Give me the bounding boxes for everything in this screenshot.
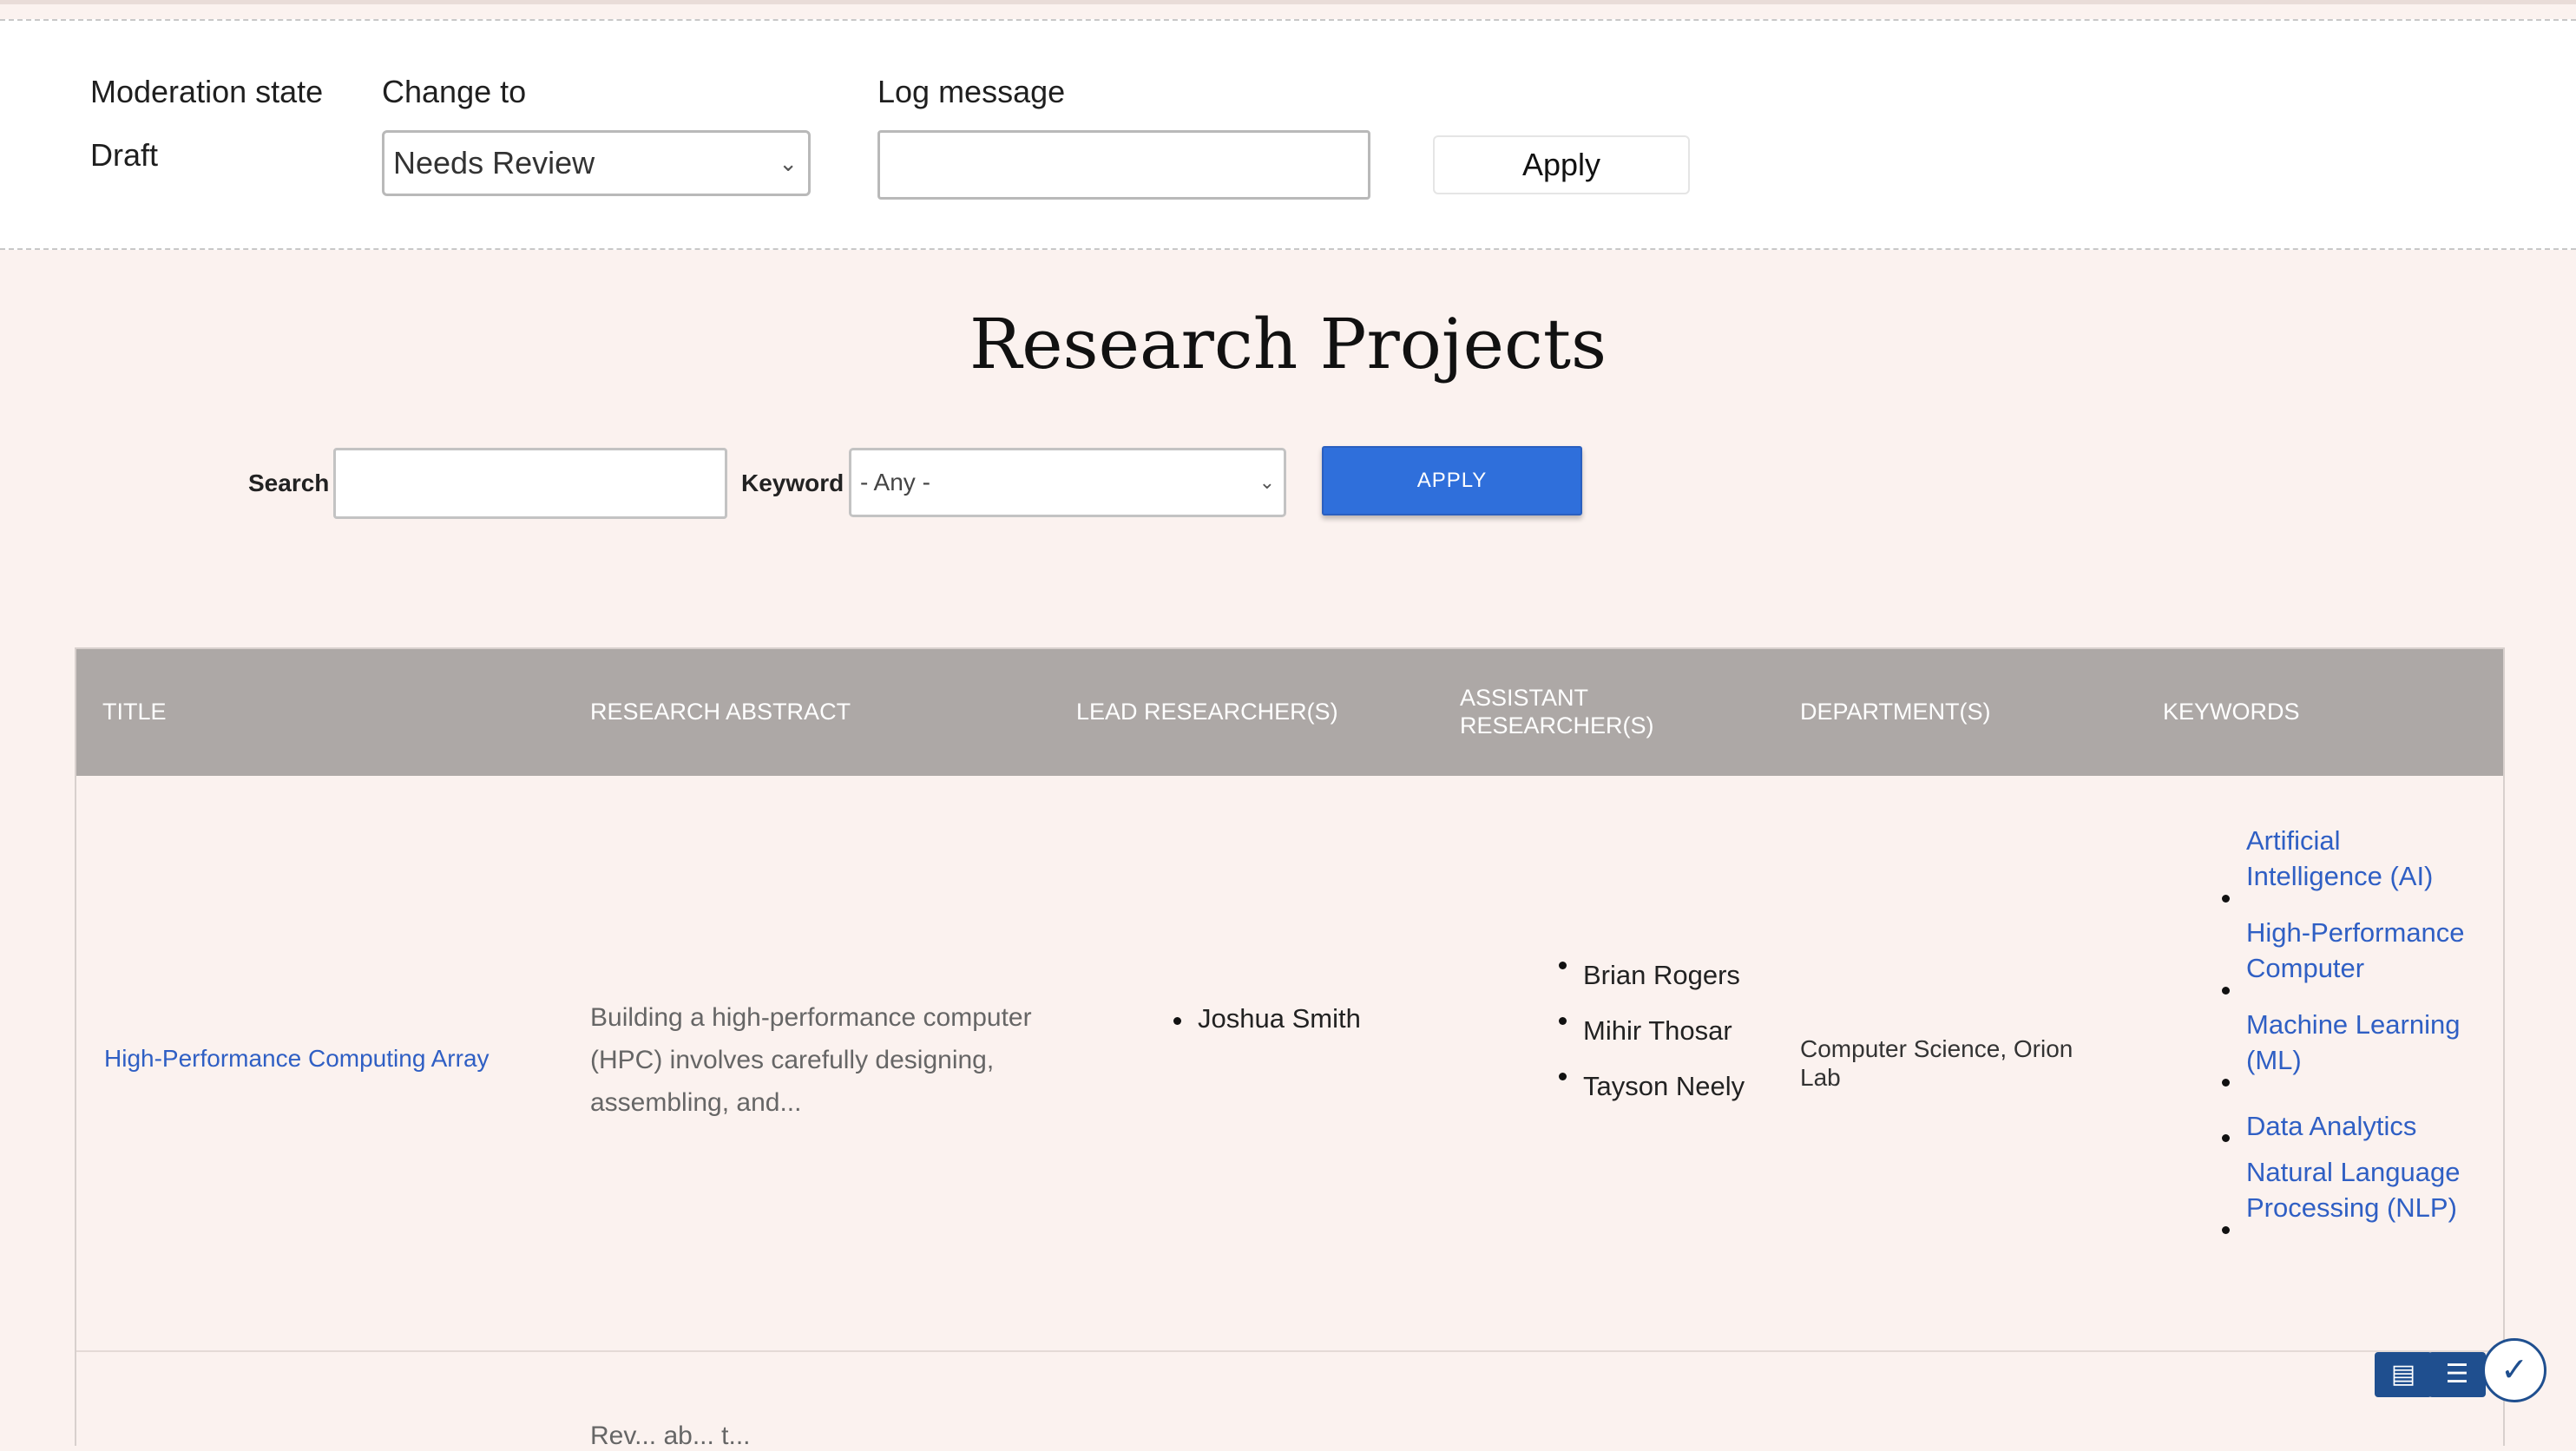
page-title: Research Projects xyxy=(969,304,1607,384)
row-abstract: Building a high-performance computer (HP… xyxy=(590,1003,1032,1117)
change-to-select[interactable]: Needs Review ⌄ xyxy=(382,130,811,196)
list-item: Joshua Smith xyxy=(1172,1003,1361,1034)
list-item: Brian Rogers xyxy=(1557,948,1745,1003)
search-input[interactable] xyxy=(333,448,727,519)
checklist-icon[interactable]: ☰ xyxy=(2428,1352,2486,1397)
lead-researchers-list: Joshua Smith xyxy=(1172,1003,1361,1034)
column-header-lead: LEAD RESEARCHER(S) xyxy=(1076,699,1338,725)
checkmark-icon[interactable]: ✓ xyxy=(2482,1338,2546,1402)
table-header: TITLE RESEARCH ABSTRACT LEAD RESEARCHER(… xyxy=(76,649,2503,776)
change-to-label: Change to xyxy=(382,74,527,109)
moderation-state-label: Moderation state xyxy=(90,74,324,109)
keyword-link[interactable]: Natural Language Processing (NLP) xyxy=(2220,1154,2465,1246)
assistant-researchers-list: Brian Rogers Mihir Thosar Tayson Neely xyxy=(1557,948,1745,1114)
column-header-keywords: KEYWORDS xyxy=(2163,699,2300,725)
moderation-apply-button[interactable]: Apply xyxy=(1433,135,1690,194)
keyword-link[interactable]: High-Performance Computer xyxy=(2220,915,2465,1007)
keyword-select[interactable]: - Any - ⌄ xyxy=(849,448,1286,517)
keyword-link[interactable]: Data Analytics xyxy=(2220,1099,2465,1154)
moderation-state-value: Draft xyxy=(90,137,159,173)
column-header-assistant: ASSISTANT RESEARCHER(S) xyxy=(1460,684,1654,739)
keyword-value: - Any - xyxy=(860,469,930,496)
moderation-panel: Moderation state Draft Change to Needs R… xyxy=(0,19,2576,250)
log-message-label: Log message xyxy=(877,74,1066,109)
column-header-title: TITLE xyxy=(102,699,167,725)
chevron-down-icon: ⌄ xyxy=(1258,471,1275,493)
change-to-value: Needs Review xyxy=(393,145,595,181)
next-row-abstract: Rev... ab... t... xyxy=(590,1421,751,1450)
row-department: Computer Science, Orion Lab xyxy=(1800,1035,2073,1091)
chevron-down-icon: ⌄ xyxy=(779,150,798,176)
top-border xyxy=(0,0,2576,4)
research-projects-table: TITLE RESEARCH ABSTRACT LEAD RESEARCHER(… xyxy=(75,647,2505,1450)
table-icon[interactable]: ▤ xyxy=(2375,1352,2432,1397)
column-header-department: DEPARTMENT(S) xyxy=(1800,699,1991,725)
keyword-link[interactable]: Artificial Intelligence (AI) xyxy=(2220,823,2465,915)
list-item: Mihir Thosar xyxy=(1557,1003,1745,1059)
filter-apply-button[interactable]: APPLY xyxy=(1322,446,1582,515)
column-header-assistant-line2: RESEARCHER(S) xyxy=(1460,712,1654,739)
log-message-input[interactable] xyxy=(877,130,1370,200)
list-item: Tayson Neely xyxy=(1557,1059,1745,1114)
search-label: Search xyxy=(248,469,330,496)
keyword-link[interactable]: Machine Learning (ML) xyxy=(2220,1007,2465,1099)
column-header-abstract: RESEARCH ABSTRACT xyxy=(590,699,851,725)
accessibility-widget[interactable]: ▤ ☰ ✓ xyxy=(2375,1338,2546,1402)
column-header-assistant-line1: ASSISTANT xyxy=(1460,685,1589,711)
keywords-list: Artificial Intelligence (AI) High-Perform… xyxy=(2220,823,2465,1246)
keyword-label: Keyword xyxy=(741,469,844,496)
row-divider xyxy=(76,1350,2503,1352)
row-title-link[interactable]: High-Performance Computing Array xyxy=(104,1045,490,1073)
